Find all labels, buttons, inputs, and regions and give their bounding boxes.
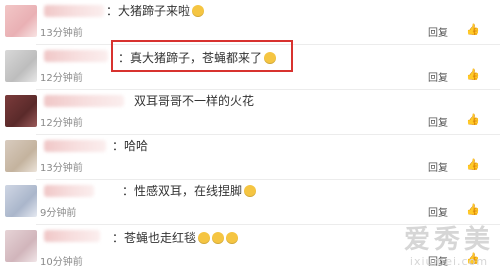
username-blurred[interactable] (44, 230, 100, 242)
reply-button[interactable]: 回复 (428, 69, 448, 84)
username-blurred[interactable] (44, 50, 108, 62)
comment-text: 双耳哥哥不一样的火花 (134, 94, 255, 108)
like-icon[interactable]: 👍 (466, 158, 480, 171)
like-icon[interactable]: 👍 (466, 23, 480, 36)
comment-item: 双耳哥哥不一样的火花 12分钟前 回复 👍 (0, 90, 500, 135)
reply-button[interactable]: 回复 (428, 24, 448, 39)
comment-time: 12分钟前 (40, 73, 83, 84)
like-icon[interactable]: 👍 (466, 203, 480, 216)
comment-time: 9分钟前 (40, 208, 77, 219)
avatar[interactable] (5, 185, 37, 217)
comment-time: 10分钟前 (40, 257, 83, 268)
watermark: 爱秀美 ixiumei.com (404, 225, 494, 268)
avatar[interactable] (5, 50, 37, 82)
emoji-icon (244, 185, 257, 197)
like-icon[interactable]: 👍 (466, 68, 480, 81)
reply-button[interactable]: 回复 (428, 204, 448, 219)
username-blurred[interactable] (44, 5, 104, 17)
avatar[interactable] (5, 5, 37, 37)
comment-text: ：大猪蹄子来啦 (106, 3, 205, 19)
comment-text: ：性感双耳，在线捏脚 (122, 183, 257, 199)
comment-time: 12分钟前 (40, 118, 83, 129)
emoji-icon (226, 232, 239, 244)
watermark-title: 爱秀美 (403, 225, 494, 255)
highlight-box (111, 40, 293, 72)
reply-button[interactable]: 回复 (428, 159, 448, 174)
comment-item: ：哈哈 13分钟前 回复 👍 (0, 135, 500, 180)
watermark-url: ixiumei.com (409, 255, 489, 268)
avatar[interactable] (5, 95, 37, 127)
username-blurred[interactable] (44, 95, 124, 107)
comment-time: 13分钟前 (40, 28, 83, 39)
comment-item: ：性感双耳，在线捏脚 9分钟前 回复 👍 (0, 180, 500, 225)
emoji-icon (198, 232, 211, 244)
emoji-icon (192, 5, 205, 17)
comment-time: 13分钟前 (40, 163, 83, 174)
comment-text: ：哈哈 (112, 139, 149, 153)
emoji-icon (212, 232, 225, 244)
avatar[interactable] (5, 140, 37, 172)
comment-item: ：大猪蹄子来啦 13分钟前 回复 👍 (0, 0, 500, 45)
avatar[interactable] (5, 230, 37, 262)
reply-button[interactable]: 回复 (428, 114, 448, 129)
username-blurred[interactable] (44, 140, 106, 152)
like-icon[interactable]: 👍 (466, 113, 480, 126)
username-blurred[interactable] (44, 185, 94, 197)
comment-text: ：苍蝇也走红毯 (112, 230, 239, 246)
